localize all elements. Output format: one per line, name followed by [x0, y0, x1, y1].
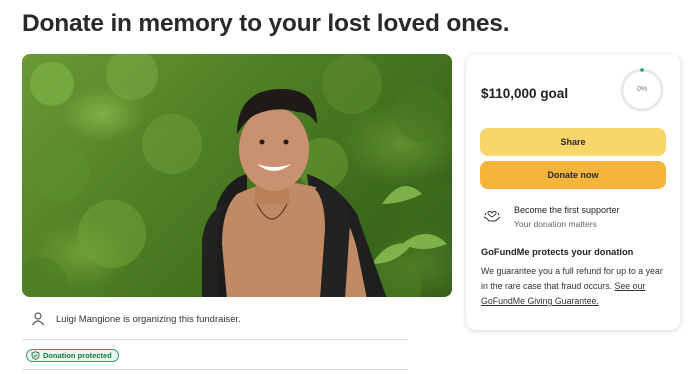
badge-label: Donation protected	[43, 351, 112, 360]
person-icon	[32, 312, 44, 326]
donate-now-button[interactable]: Donate now	[480, 161, 666, 189]
progress-percent: 0%	[636, 86, 648, 93]
share-button[interactable]: Share	[480, 128, 666, 156]
divider	[22, 339, 408, 340]
shield-icon	[31, 351, 40, 360]
donation-protected-badge[interactable]: Donation protected	[26, 349, 119, 362]
organizer-text: Luigi Mangione is organizing this fundra…	[56, 313, 241, 325]
supporter-title: Become the first supporter	[514, 205, 620, 215]
supporter-subtitle: Your donation matters	[514, 219, 597, 229]
protection-text: We guarantee you a full refund for up to…	[481, 264, 671, 309]
hands-heart-icon	[483, 210, 501, 222]
divider	[22, 369, 408, 370]
donation-card: $110,000 goal 0% Share Donate now Become…	[466, 54, 680, 330]
hero-photo-illustration	[22, 54, 452, 297]
organizer-row: Luigi Mangione is organizing this fundra…	[30, 311, 241, 327]
protection-title: GoFundMe protects your donation	[481, 247, 634, 257]
hero-image	[22, 54, 452, 297]
goal-amount: $110,000 goal	[481, 86, 569, 101]
page-title: Donate in memory to your lost loved ones…	[22, 10, 510, 37]
